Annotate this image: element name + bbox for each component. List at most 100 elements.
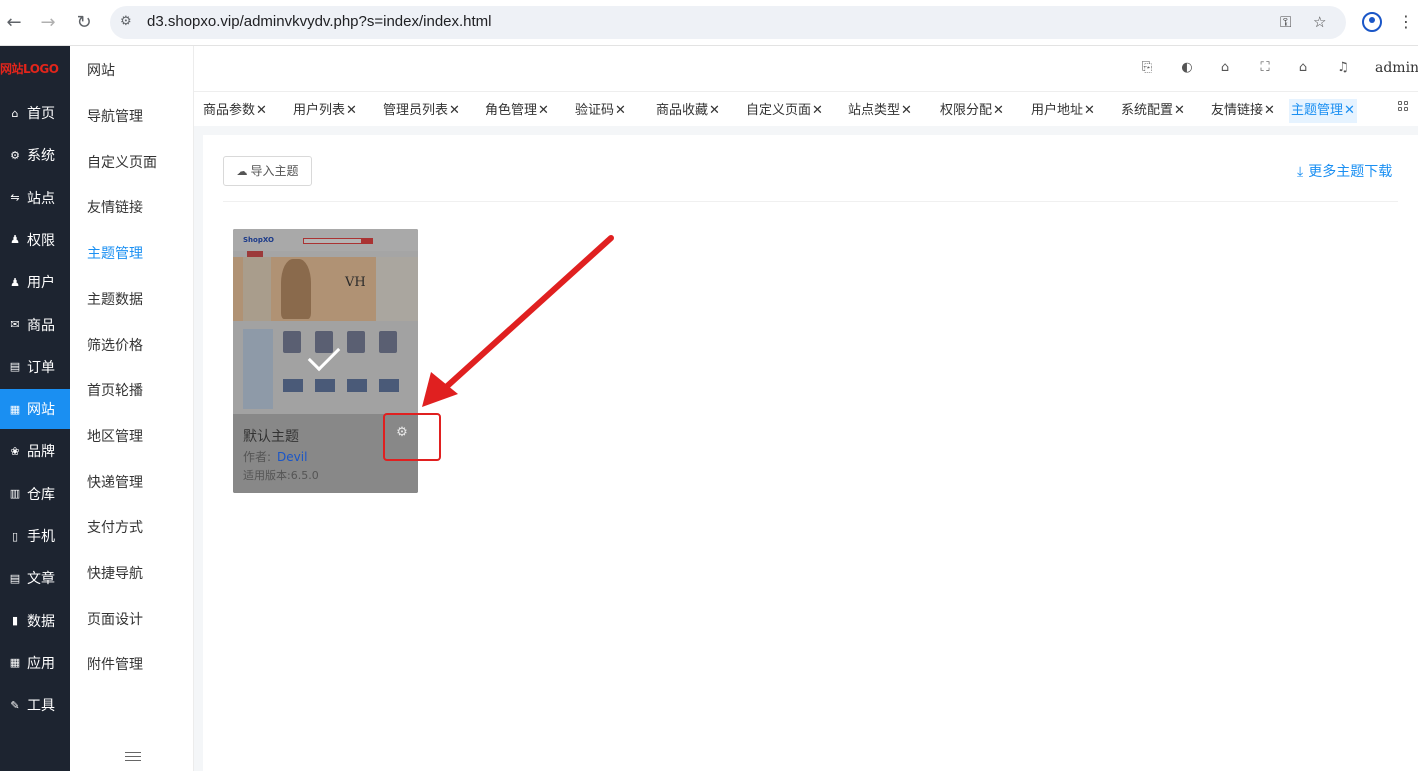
user-icon: ♟ — [10, 275, 20, 289]
tabs-grid-icon[interactable] — [1398, 101, 1410, 113]
bookmark-star-icon[interactable]: ☆ — [1313, 13, 1326, 31]
sidebar-item-7[interactable]: ▤ 订单 — [0, 347, 70, 387]
submenu-item[interactable]: 筛选价格 — [87, 335, 143, 355]
tab-item[interactable]: 用户地址✕ — [1029, 99, 1097, 123]
home-icon[interactable]: ⌂ — [1294, 59, 1312, 77]
tab-item[interactable]: 主题管理✕ — [1289, 99, 1357, 123]
forward-icon[interactable]: → — [36, 11, 60, 35]
back-icon[interactable]: ← — [2, 11, 26, 35]
tab-close-icon[interactable]: ✕ — [1344, 103, 1355, 118]
sidebar-item-6[interactable]: ✉ 商品 — [0, 305, 70, 345]
tab-close-icon[interactable]: ✕ — [709, 103, 720, 118]
sidebar-item-12[interactable]: ▤ 文章 — [0, 558, 70, 598]
more-themes-download-link[interactable]: ⤓ 更多主题下载 — [1297, 161, 1392, 181]
tab-close-icon[interactable]: ✕ — [993, 103, 1004, 118]
import-theme-label: 导入主题 — [250, 164, 299, 178]
tab-item[interactable]: 商品参数✕ — [201, 99, 269, 123]
tab-item[interactable]: 商品收藏✕ — [654, 99, 722, 123]
tab-label: 商品收藏 — [656, 103, 709, 118]
tab-bar: 商品参数✕ 用户列表✕ 管理员列表✕ 角色管理✕ 验证码✕ 商品收藏✕ 自定义页面✕ 站点类型… — [194, 92, 1418, 126]
sidebar-item-label: 品牌 — [27, 444, 55, 461]
sidebar-item-10[interactable]: ▥ 仓库 — [0, 474, 70, 514]
sidebar-item-1[interactable]: ⌂ 首页 — [0, 93, 70, 133]
tab-close-icon[interactable]: ✕ — [812, 103, 823, 118]
submenu-item[interactable]: 地区管理 — [87, 426, 143, 446]
sidebar-item-11[interactable]: ▯ 手机 — [0, 516, 70, 556]
cake-icon[interactable]: ⌂ — [1216, 59, 1234, 77]
submenu-item[interactable]: 主题管理 — [87, 243, 143, 263]
tab-item[interactable]: 友情链接✕ — [1209, 99, 1277, 123]
sidebar-item-2[interactable]: ⚙ 系统 — [0, 135, 70, 175]
site-logo[interactable]: 网站LOGO — [0, 46, 70, 93]
admin-user[interactable]: admin — [1375, 60, 1418, 76]
site-info-icon[interactable]: ⚙ — [120, 14, 136, 30]
tab-label: 友情链接 — [1211, 103, 1264, 118]
url-text[interactable]: d3.shopxo.vip/adminvkvydv.php?s=index/in… — [147, 13, 492, 30]
sidebar-item-label: 工具 — [27, 698, 55, 715]
tab-item[interactable]: 系统配置✕ — [1119, 99, 1187, 123]
submenu-item[interactable]: 支付方式 — [87, 517, 143, 537]
tab-label: 商品参数 — [203, 103, 256, 118]
sidebar-item-label: 用户 — [27, 275, 55, 292]
submenu-item[interactable]: 首页轮播 — [87, 380, 143, 400]
sidebar-item-13[interactable]: ▮ 数据 — [0, 601, 70, 641]
submenu-title: 网站 — [87, 63, 115, 79]
submenu-item[interactable]: 快捷导航 — [87, 563, 143, 583]
tab-item[interactable]: 自定义页面✕ — [744, 99, 825, 123]
order-icon: ▤ — [9, 360, 21, 374]
password-key-icon[interactable]: ⚿ — [1280, 13, 1291, 31]
sidebar-item-label: 文章 — [27, 571, 55, 588]
theme-author: 作者: Devil — [243, 448, 307, 465]
sidebar-item-15[interactable]: ✎ 工具 — [0, 685, 70, 725]
sidebar-item-3[interactable]: ⇋ 站点 — [0, 178, 70, 218]
sidebar-item-14[interactable]: ▦ 应用 — [0, 643, 70, 683]
submenu-item[interactable]: 快递管理 — [87, 472, 143, 492]
sidebar-item-label: 仓库 — [27, 486, 55, 503]
tab-close-icon[interactable]: ✕ — [256, 103, 267, 118]
bell-icon[interactable]: ♫ — [1334, 59, 1352, 77]
sidebar-item-4[interactable]: ♟ 权限 — [0, 220, 70, 260]
theme-thumbnail: ShopXO VH — [233, 229, 418, 414]
submenu-item[interactable]: 页面设计 — [87, 609, 143, 629]
tab-close-icon[interactable]: ✕ — [346, 103, 357, 118]
more-themes-label: 更多主题下载 — [1308, 164, 1393, 180]
palette-icon[interactable]: ◐ — [1178, 59, 1196, 77]
tab-item[interactable]: 管理员列表✕ — [381, 99, 462, 123]
tab-close-icon[interactable]: ✕ — [449, 103, 460, 118]
fullscreen-icon[interactable]: ⛶ — [1256, 59, 1274, 77]
tab-close-icon[interactable]: ✕ — [538, 103, 549, 118]
profile-icon[interactable] — [1362, 12, 1382, 32]
import-theme-button[interactable]: ☁ 导入主题 — [223, 156, 312, 186]
tab-item[interactable]: 站点类型✕ — [846, 99, 914, 123]
tab-close-icon[interactable]: ✕ — [1174, 103, 1185, 118]
sidebar-item-label: 网站 — [27, 402, 55, 419]
tab-item[interactable]: 验证码✕ — [573, 99, 628, 123]
sidebar-item-8[interactable]: ▦ 网站 — [0, 389, 70, 430]
browser-menu-icon[interactable]: ⋮ — [1398, 12, 1414, 32]
sidebar-item-5[interactable]: ♟ 用户 — [0, 262, 70, 302]
tab-close-icon[interactable]: ✕ — [1264, 103, 1275, 118]
version-label: 适用版本: — [243, 469, 291, 482]
author-name[interactable]: Devil — [277, 450, 307, 464]
tab-close-icon[interactable]: ✕ — [1084, 103, 1095, 118]
submenu-item[interactable]: 友情链接 — [87, 197, 143, 217]
tab-close-icon[interactable]: ✕ — [615, 103, 626, 118]
submenu-item[interactable]: 附件管理 — [87, 654, 143, 674]
tab-item[interactable]: 用户列表✕ — [291, 99, 359, 123]
tab-item[interactable]: 权限分配✕ — [938, 99, 1006, 123]
collapse-menu-icon[interactable] — [125, 752, 141, 764]
translate-icon[interactable]: ⎘ — [1138, 59, 1156, 77]
submenu-item[interactable]: 导航管理 — [87, 106, 143, 126]
sidebar-item-9[interactable]: ❀ 品牌 — [0, 431, 70, 471]
sidebar-item-label: 首页 — [27, 106, 55, 122]
tab-close-icon[interactable]: ✕ — [901, 103, 912, 118]
sidebar-item-label: 订单 — [27, 359, 55, 376]
sidebar-item-label: 应用 — [27, 655, 55, 672]
reload-icon[interactable]: ↻ — [72, 11, 96, 35]
submenu-item[interactable]: 主题数据 — [87, 289, 143, 309]
address-bar[interactable]: ⚙ d3.shopxo.vip/adminvkvydv.php?s=index/… — [110, 6, 1346, 39]
tab-label: 用户列表 — [293, 103, 346, 118]
submenu-item[interactable]: 自定义页面 — [87, 152, 157, 172]
tab-item[interactable]: 角色管理✕ — [483, 99, 551, 123]
main-sidebar: 网站LOGO ⌂ 首页 ⚙ 系统 ⇋ 站点 ♟ 权限 ♟ 用户 ✉ 商品 ▤ 订单 ▦ 网站 ❀ 品牌 ▥ 仓库 ▯ 手机… — [0, 46, 70, 771]
